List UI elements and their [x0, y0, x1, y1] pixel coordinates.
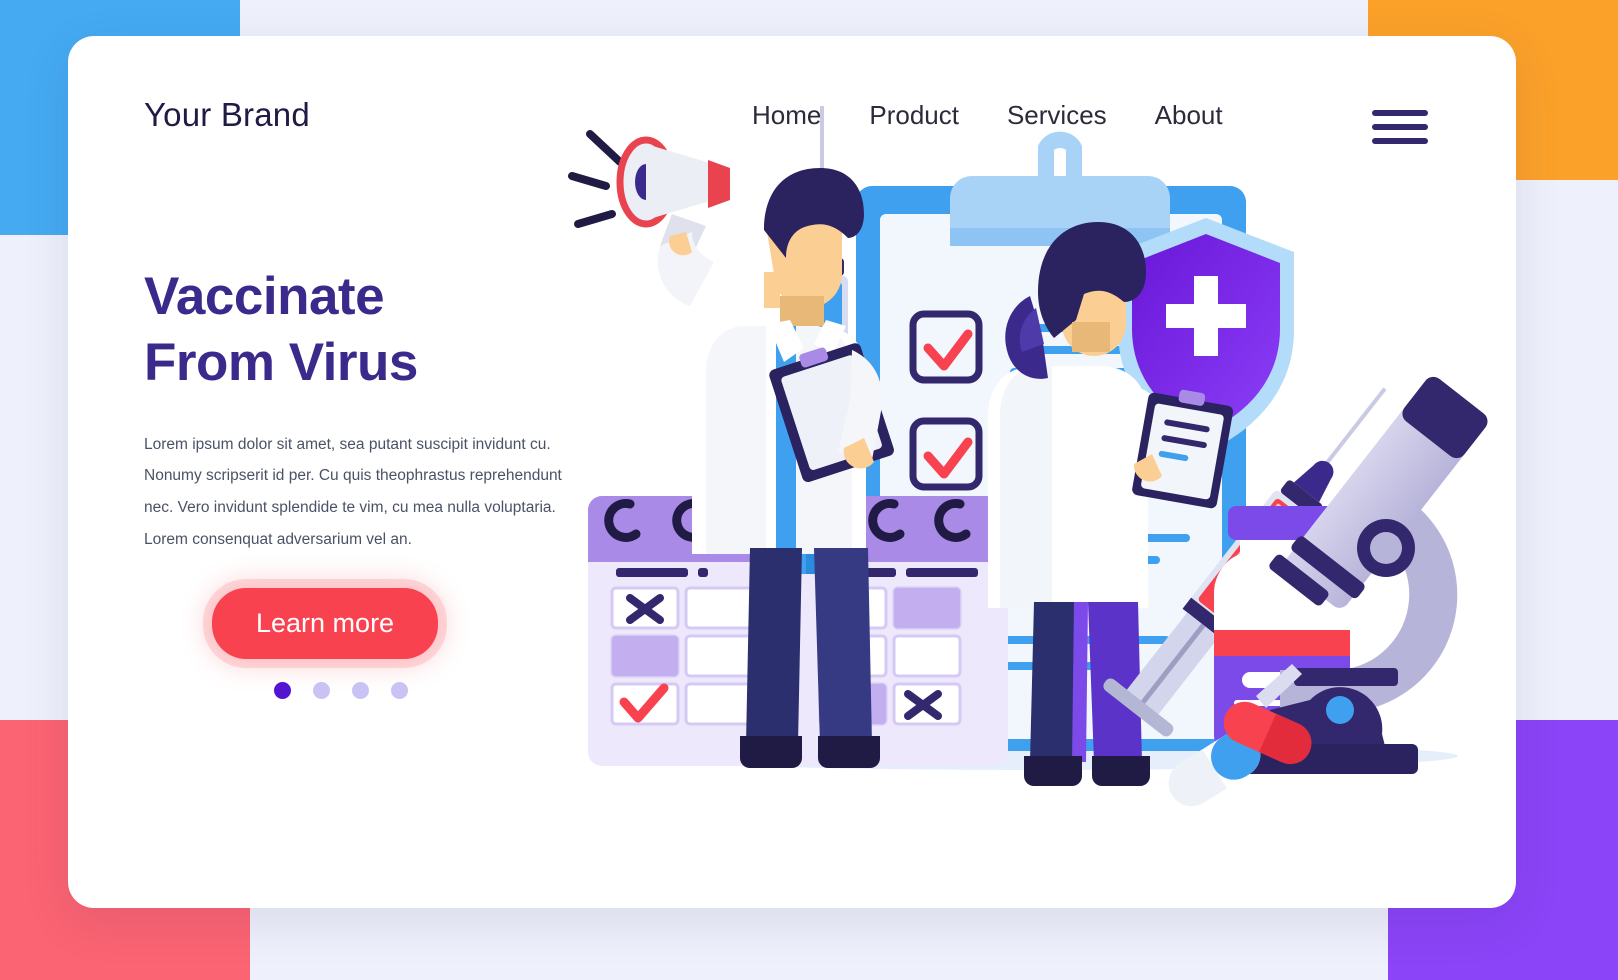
hero-illustration: [568, 96, 1498, 836]
carousel-dot-2[interactable]: [313, 682, 330, 699]
carousel-dot-3[interactable]: [352, 682, 369, 699]
carousel-dot-4[interactable]: [391, 682, 408, 699]
brand-logo[interactable]: Your Brand: [144, 96, 310, 134]
landing-card: Your Brand Home Product Services About V…: [68, 36, 1516, 908]
carousel-dot-1[interactable]: [274, 682, 291, 699]
page-title: Vaccinate From Virus: [144, 264, 604, 397]
hero-text-block: Vaccinate From Virus Lorem ipsum dolor s…: [144, 264, 604, 556]
headline-line-1: Vaccinate: [144, 267, 385, 326]
learn-more-button[interactable]: Learn more: [212, 588, 439, 659]
carousel-dots: [274, 682, 408, 699]
hero-paragraph: Lorem ipsum dolor sit amet, sea putant s…: [144, 435, 562, 548]
headline-line-2: From Virus: [144, 333, 418, 393]
